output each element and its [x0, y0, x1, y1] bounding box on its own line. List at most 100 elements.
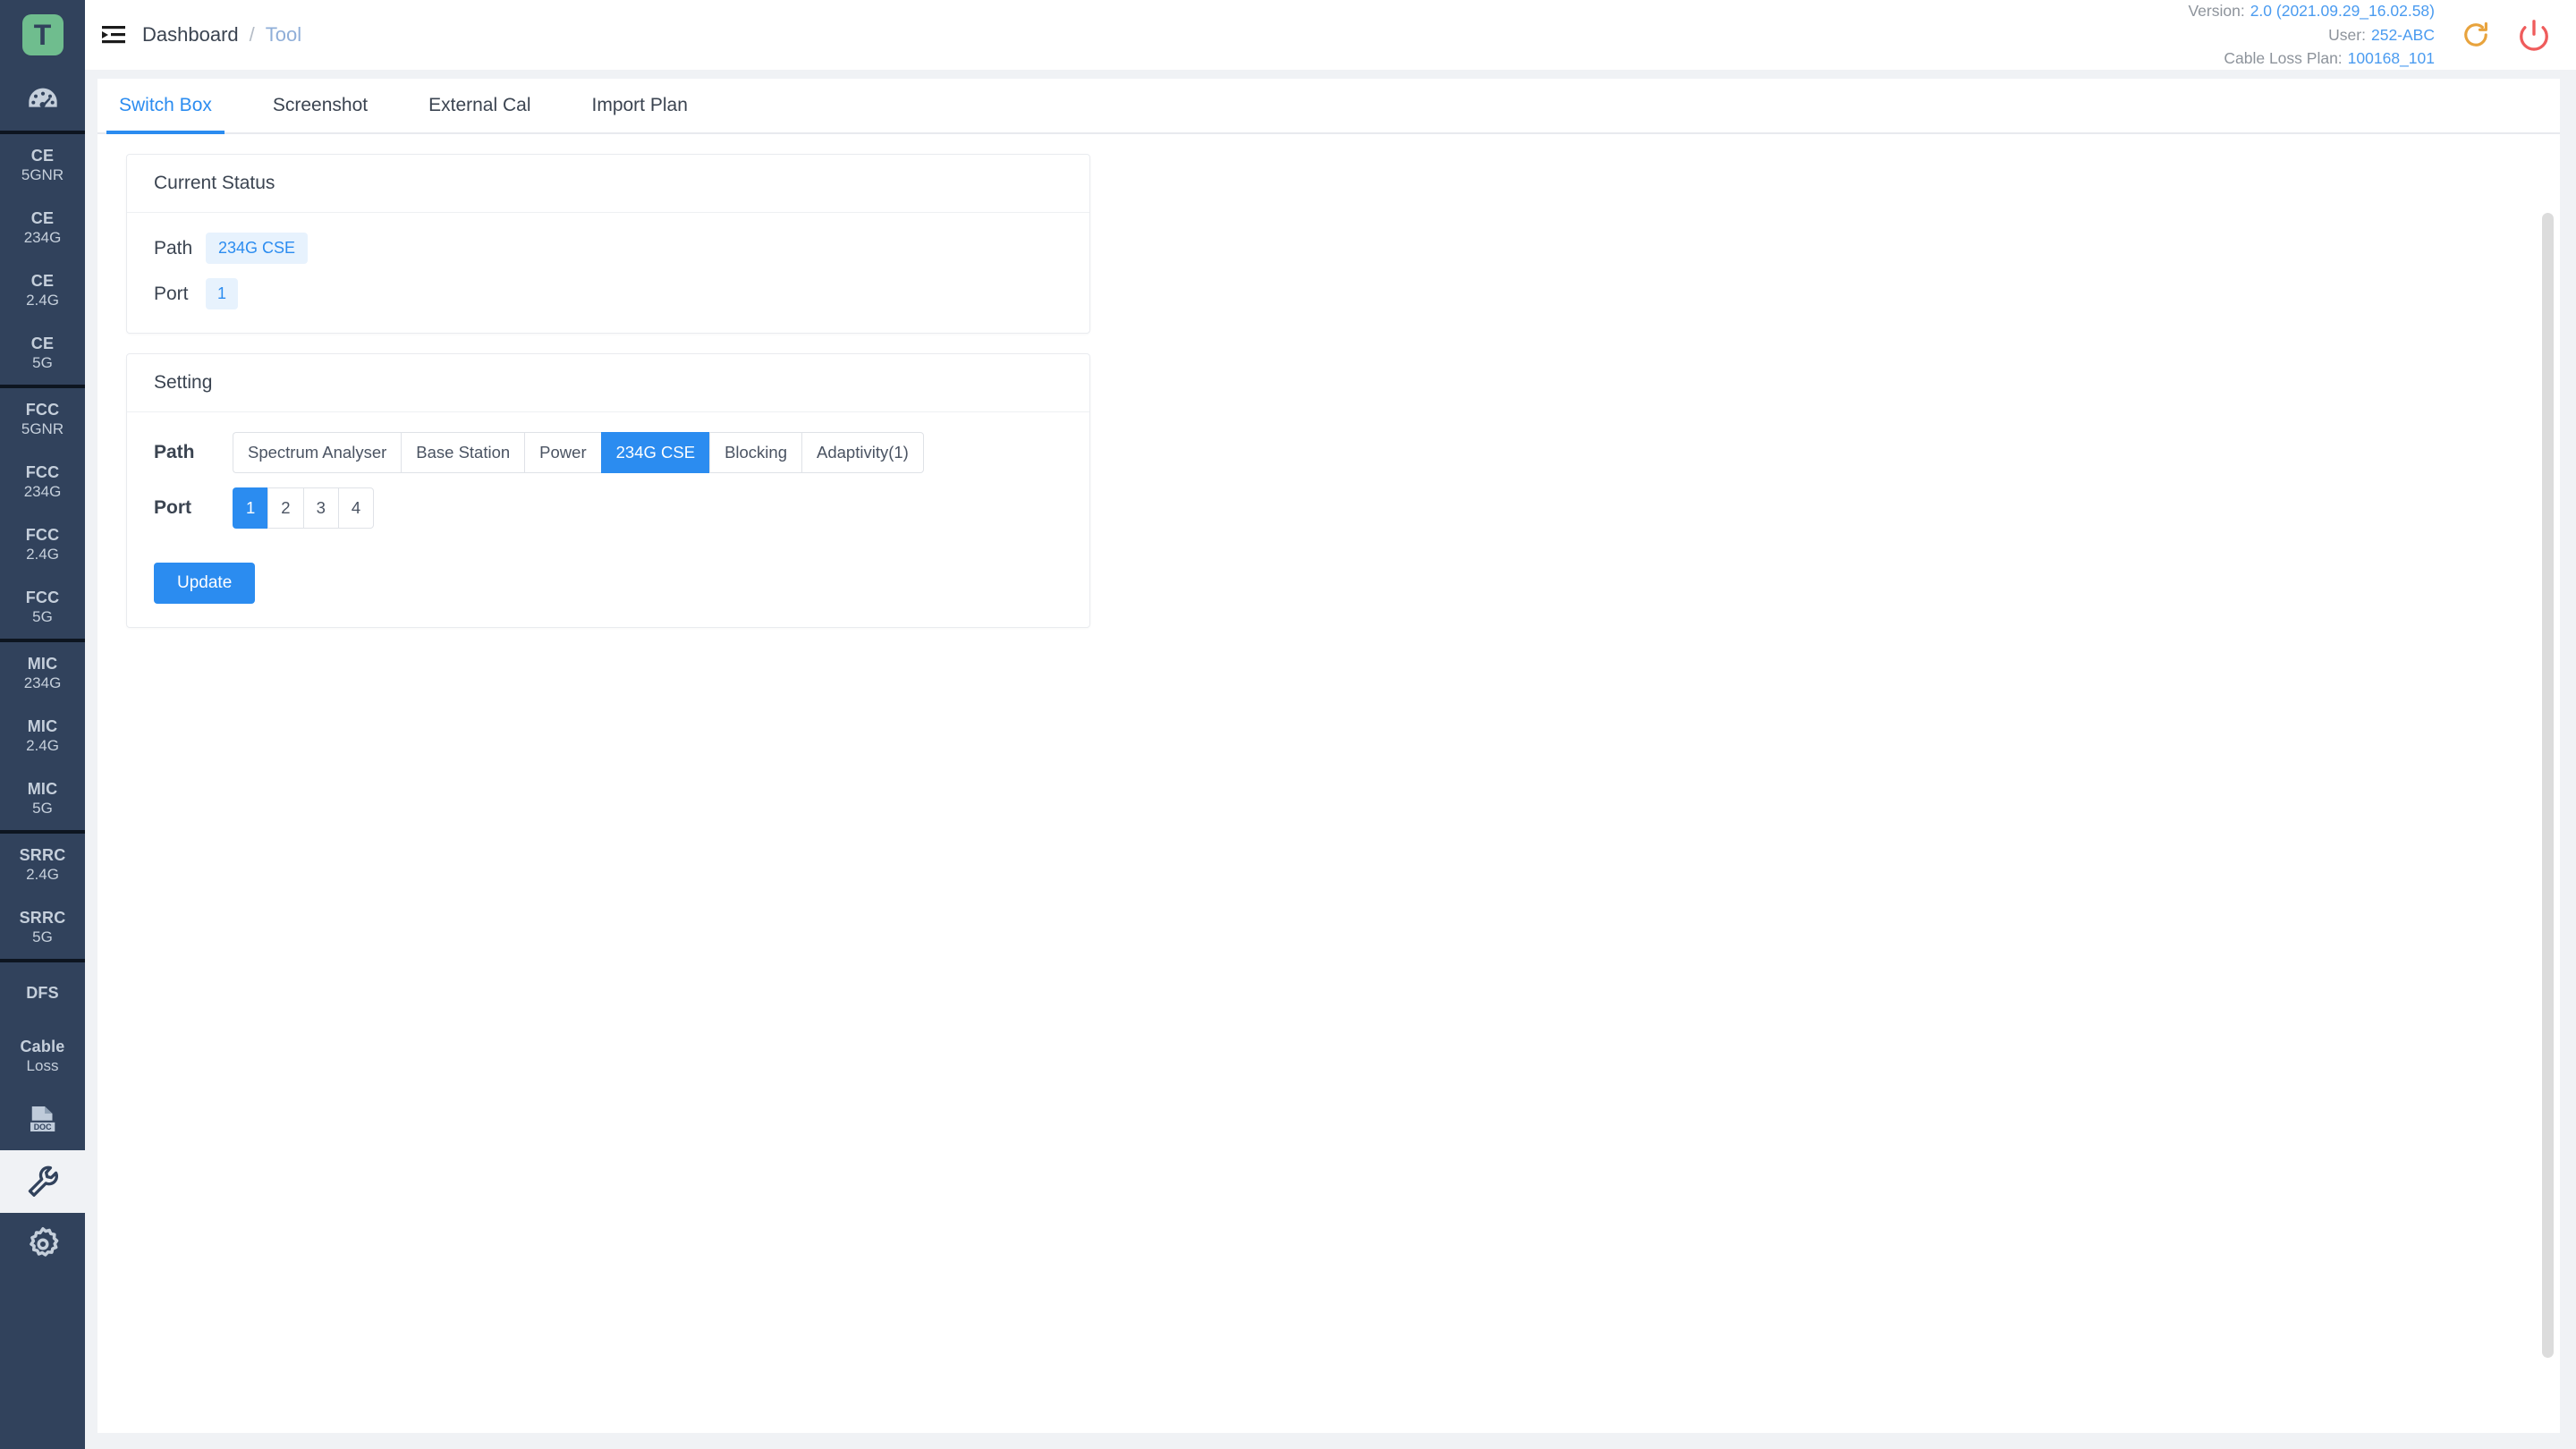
sidebar: T CE 5GNR CE 234G CE 2.4G CE 5G FCC 5GNR FCC 234G FC… — [0, 0, 85, 1449]
sidebar-item-line2: 2.4G — [26, 545, 59, 563]
meta-cable-loss-plan: Cable Loss Plan: 100168_101 — [2188, 47, 2435, 71]
sidebar-item-line1: FCC — [25, 589, 60, 607]
power-button[interactable] — [2517, 18, 2551, 52]
meta-version: Version: 2.0 (2021.09.29_16.02.58) — [2188, 0, 2435, 23]
current-status-path-label: Path — [154, 237, 193, 258]
path-option-blocking[interactable]: Blocking — [709, 432, 801, 473]
panel-body: Current Status Path 234G CSE Port 1 Sett… — [97, 134, 2560, 1433]
update-button[interactable]: Update — [154, 563, 256, 604]
sidebar-item-line2: 5G — [32, 928, 53, 945]
sidebar-item-line1: MIC — [27, 717, 58, 736]
sidebar-icon-items: DOC — [0, 1088, 85, 1275]
tab-switch-box[interactable]: Switch Box — [106, 79, 225, 134]
sidebar-item-line2: Loss — [26, 1056, 59, 1074]
sidebar-nav-groups: CE 5GNR CE 234G CE 2.4G CE 5G FCC 5GNR FCC 234G FCC 2… — [0, 134, 85, 1088]
refresh-button[interactable] — [2460, 19, 2492, 51]
current-status-port-value: 1 — [206, 278, 239, 309]
tab-screenshot[interactable]: Screenshot — [260, 79, 380, 132]
tab-external-cal[interactable]: External Cal — [416, 79, 543, 132]
port-option-2[interactable]: 2 — [267, 487, 303, 529]
sidebar-item-line1: SRRC — [19, 909, 66, 928]
sidebar-item-line2: 234G — [23, 228, 62, 246]
main-area: Dashboard / Tool Version: 2.0 (2021.09.29… — [85, 0, 2576, 1449]
sidebar-group-misc: DFS Cable Loss — [0, 962, 85, 1088]
sidebar-item-dashboard[interactable] — [0, 70, 85, 134]
gear-settings-icon — [29, 1227, 58, 1257]
setting-path-row: Path Spectrum Analyser Base Station Power 2… — [154, 432, 1063, 473]
topbar: Dashboard / Tool Version: 2.0 (2021.09.29… — [85, 0, 2576, 70]
sidebar-item-fcc-234g[interactable]: FCC 234G — [0, 451, 85, 513]
sidebar-item-line2: 5GNR — [21, 165, 64, 183]
sidebar-item-fcc-5gnr[interactable]: FCC 5GNR — [0, 388, 85, 451]
sidebar-item-line1: CE — [30, 335, 55, 353]
vertical-scrollbar[interactable] — [2542, 213, 2554, 1358]
sidebar-item-cable-loss[interactable]: Cable Loss — [0, 1025, 85, 1088]
sidebar-item-line2: 5G — [32, 607, 53, 625]
sidebar-item-srrc-5g[interactable]: SRRC 5G — [0, 896, 85, 959]
breadcrumb-root[interactable]: Dashboard — [142, 23, 239, 47]
port-option-1[interactable]: 1 — [233, 487, 268, 529]
sidebar-item-dfs[interactable]: DFS — [0, 962, 85, 1025]
sidebar-item-gear-settings[interactable] — [0, 1213, 85, 1275]
sidebar-item-fcc-2-4g[interactable]: FCC 2.4G — [0, 513, 85, 576]
sidebar-item-line1: CE — [30, 272, 55, 291]
path-option-234g-cse[interactable]: 234G CSE — [600, 432, 710, 473]
current-status-path-value: 234G CSE — [206, 233, 309, 264]
sidebar-item-line2: 234G — [23, 674, 62, 691]
session-meta: Version: 2.0 (2021.09.29_16.02.58) User: 2… — [2188, 0, 2435, 71]
current-status-port-label: Port — [154, 283, 189, 304]
current-status-path-row: Path 234G CSE — [154, 233, 1063, 264]
sidebar-item-line1: CE — [30, 209, 55, 228]
sidebar-item-doc[interactable]: DOC — [0, 1088, 85, 1150]
topbar-right: Version: 2.0 (2021.09.29_16.02.58) User: 2… — [2188, 0, 2576, 71]
sidebar-item-mic-2-4g[interactable]: MIC 2.4G — [0, 705, 85, 767]
sidebar-item-line1: MIC — [27, 655, 58, 674]
sidebar-item-ce-5g[interactable]: CE 5G — [0, 322, 85, 385]
sidebar-item-srrc-2-4g[interactable]: SRRC 2.4G — [0, 834, 85, 896]
meta-plan-value: 100168_101 — [2347, 49, 2435, 68]
setting-action-row: Update — [154, 543, 1063, 604]
sidebar-item-line1: Cable — [20, 1038, 65, 1056]
content-wrapper: Switch Box Screenshot External Cal Import P… — [85, 70, 2576, 1449]
setting-body: Path Spectrum Analyser Base Station Power 2… — [127, 412, 1089, 627]
meta-user-key: User: — [2328, 25, 2366, 44]
sidebar-item-ce-234g[interactable]: CE 234G — [0, 197, 85, 259]
breadcrumb-separator: / — [249, 23, 255, 46]
sidebar-item-line1: CE — [30, 147, 55, 165]
path-radio-group: Spectrum Analyser Base Station Power 234G C… — [233, 432, 924, 473]
sidebar-item-fcc-5g[interactable]: FCC 5G — [0, 576, 85, 639]
port-option-3[interactable]: 3 — [302, 487, 338, 529]
app-logo[interactable]: T — [0, 0, 85, 70]
path-option-spectrum-analyser[interactable]: Spectrum Analyser — [233, 432, 402, 473]
port-option-4[interactable]: 4 — [337, 487, 375, 529]
sidebar-item-line1: SRRC — [19, 846, 66, 865]
meta-plan-key: Cable Loss Plan: — [2224, 49, 2343, 68]
sidebar-item-wrench-tool[interactable] — [0, 1150, 85, 1213]
app-root: T CE 5GNR CE 234G CE 2.4G CE 5G FCC 5GNR FCC 234G FC… — [0, 0, 2576, 1449]
sidebar-item-line2: 2.4G — [26, 865, 59, 883]
sidebar-item-mic-234g[interactable]: MIC 234G — [0, 642, 85, 705]
tab-import-plan[interactable]: Import Plan — [580, 79, 700, 132]
sidebar-item-ce-2-4g[interactable]: CE 2.4G — [0, 259, 85, 322]
sidebar-item-line2: 5GNR — [21, 419, 64, 437]
sidebar-item-line2: 2.4G — [26, 291, 59, 309]
setting-port-label: Port — [154, 497, 191, 518]
menu-unfold-icon — [102, 26, 125, 44]
setting-path-label: Path — [154, 442, 195, 462]
sidebar-item-line2: 5G — [32, 353, 53, 371]
path-option-power[interactable]: Power — [524, 432, 601, 473]
port-radio-group: 1234 — [233, 487, 375, 529]
sidebar-item-mic-5g[interactable]: MIC 5G — [0, 767, 85, 830]
current-status-body: Path 234G CSE Port 1 — [127, 213, 1089, 333]
breadcrumb-current: Tool — [265, 23, 302, 46]
breadcrumb: Dashboard / Tool — [142, 23, 301, 47]
refresh-icon — [2464, 21, 2487, 47]
sidebar-item-ce-5gnr[interactable]: CE 5GNR — [0, 134, 85, 197]
meta-user-value: 252-ABC — [2370, 25, 2435, 44]
doc-icon: DOC — [30, 1106, 55, 1131]
path-option-base-station[interactable]: Base Station — [401, 432, 525, 473]
menu-toggle-button[interactable] — [85, 23, 142, 47]
sidebar-group-fcc: FCC 5GNR FCC 234G FCC 2.4G FCC 5G — [0, 388, 85, 642]
power-icon — [2520, 20, 2548, 51]
path-option-adaptivity-1-[interactable]: Adaptivity(1) — [801, 432, 924, 473]
